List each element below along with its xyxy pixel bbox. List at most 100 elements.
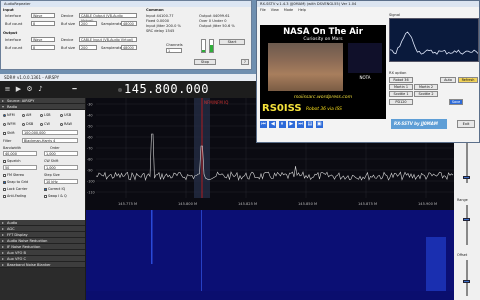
rx-option-label: RX option: [389, 71, 407, 75]
auto-button[interactable]: Auto: [440, 77, 456, 83]
frequency-display[interactable]: 145.800.000: [124, 82, 209, 96]
mode-wfm[interactable]: WFM: [3, 122, 16, 126]
menu-file[interactable]: File: [260, 8, 266, 12]
correct-iq-checkbox[interactable]: Correct IQ: [44, 187, 65, 191]
stat-over-under: Over 0 Under 0: [199, 19, 227, 23]
volume-icon[interactable]: ♪: [36, 85, 45, 94]
stats-header: Common: [146, 8, 164, 12]
rx-sstv-window: RX-SSTV v.1.4.3 (JJ0MAM) (with DSVENGL55…: [256, 0, 480, 143]
audio-repeater-title: AudioRepeater: [1, 1, 251, 7]
out-samplerate-select[interactable]: 48000: [121, 45, 137, 50]
y-tick-label: -70: [87, 147, 93, 151]
first-image-icon[interactable]: ⏮: [260, 121, 267, 128]
in-samplerate-select[interactable]: 48000: [121, 21, 137, 26]
out-interface-label: Interface: [5, 38, 22, 42]
shift-checkbox[interactable]: Shift: [3, 131, 15, 135]
x-tick-label: 145.825 M: [238, 202, 257, 206]
menu-view[interactable]: View: [271, 8, 279, 12]
rx-scottie1-button[interactable]: Scottie 1: [389, 91, 413, 97]
settings-icon[interactable]: ⚙: [25, 85, 34, 94]
snap-grid-checkbox[interactable]: Snap to Grid: [3, 180, 28, 184]
range-label: Range: [457, 198, 468, 202]
stat-output-rate: Output 44099.61: [199, 14, 230, 18]
range-slider[interactable]: [463, 218, 470, 221]
stat-src-delay: SRC delay 1545: [146, 29, 175, 33]
stat-output-jitter: Output jitter 50.6 %: [199, 24, 235, 28]
step-size-label: Step Size: [44, 173, 60, 177]
waterfall-noise-block: [426, 237, 446, 291]
fm-stereo-checkbox[interactable]: FM Stereo: [3, 173, 24, 177]
offset-slider[interactable]: [463, 280, 470, 283]
mode-raw[interactable]: RAW: [60, 122, 72, 126]
signal-panel: Signal: [389, 13, 479, 63]
mode-nfm[interactable]: NFM: [3, 113, 15, 117]
stat-input-jitter: Input jitter 200.0 %: [146, 24, 181, 28]
contrast-slider[interactable]: [463, 176, 470, 179]
order-input[interactable]: 1,000: [44, 151, 78, 156]
squelch-checkbox[interactable]: Squelch: [3, 159, 21, 163]
x-tick-label: 145.875 M: [358, 202, 377, 206]
out-device-label: Device: [61, 38, 74, 42]
rx-robot36-button[interactable]: Robot 36: [389, 77, 413, 83]
refresh-button[interactable]: Refresh: [458, 77, 478, 83]
mode-lsb[interactable]: LSB: [40, 113, 51, 117]
mode-select[interactable]: PD120: [389, 99, 413, 105]
spectrum-y-ticks: -30 -40 -50 -60 -70 -80 -90 -100 -110: [87, 103, 95, 195]
rx-scottie2-button[interactable]: Scottie 2: [414, 91, 438, 97]
image-subtitle: Curiosity on Mars: [303, 37, 343, 42]
input-level-meter: [201, 39, 206, 53]
order-label: Order: [50, 146, 60, 150]
in-device-select[interactable]: CABLE Output (VB-Audio Virtual): [79, 13, 137, 23]
menu-icon[interactable]: ≡: [3, 85, 12, 94]
waterfall-display[interactable]: [86, 210, 454, 300]
pause-icon[interactable]: ⏸: [278, 121, 286, 128]
y-tick-label: -90: [87, 169, 93, 173]
stop-button[interactable]: Stop: [194, 59, 216, 65]
sdr-control-panel: Source: AIRSPY Radio NFM AM LSB USB WFM …: [0, 98, 85, 300]
play-icon[interactable]: ▶: [14, 85, 23, 94]
out-buf-size-select[interactable]: 200: [79, 45, 97, 50]
save-icon[interactable]: ▣: [315, 121, 323, 128]
sstv-playback-controls: ⏮ ◀ ⏸ ▶ ⏭ ▤ ▣: [260, 121, 324, 129]
prev-image-icon[interactable]: ◀: [269, 121, 277, 128]
menu-help[interactable]: Help: [298, 8, 306, 12]
start-button[interactable]: Start: [219, 39, 245, 45]
x-tick-label: 145.900 M: [418, 202, 437, 206]
cw-shift-input[interactable]: 1,000: [44, 165, 78, 170]
channels-select[interactable]: 1: [166, 48, 182, 53]
in-interface-select[interactable]: Wave: [31, 13, 55, 18]
out-interface-select[interactable]: Wave: [31, 37, 55, 42]
volume-slider[interactable]: ━: [70, 85, 79, 94]
in-buf-count-select[interactable]: 8: [31, 21, 55, 26]
spectrum-mode-tag: NFM/NFM IQ: [204, 100, 228, 105]
mode-am[interactable]: AM: [22, 113, 31, 117]
next-image-icon[interactable]: ▶: [287, 121, 295, 128]
step-size-select[interactable]: 10 kHz: [44, 179, 78, 184]
section-baseband-noise-blanker[interactable]: Baseband Noise Blanker: [0, 262, 85, 268]
out-buf-count-select[interactable]: 8: [31, 45, 55, 50]
lock-carrier-checkbox[interactable]: Lock Carrier: [3, 187, 27, 191]
bandwidth-input[interactable]: 40,000: [3, 151, 37, 156]
save-button[interactable]: Save: [449, 99, 463, 105]
mode-dsb[interactable]: DSB: [22, 122, 33, 126]
image-callsign: RS0ISS: [262, 103, 302, 114]
exit-button[interactable]: Exit: [457, 120, 475, 128]
filter-label: Filter: [3, 139, 12, 143]
shift-input[interactable]: 100,000,000: [22, 130, 78, 135]
folder-icon[interactable]: ▤: [306, 121, 314, 128]
out-device-select[interactable]: CABLE Input (VB-Audio Virtual): [79, 37, 137, 42]
mode-cw[interactable]: CW: [40, 122, 50, 126]
mode-usb[interactable]: USB: [60, 113, 71, 117]
rx-martin2-button[interactable]: Martin 2: [414, 84, 438, 90]
anti-fading-checkbox[interactable]: Anti-Fading: [3, 194, 26, 198]
help-button[interactable]: ?: [241, 59, 249, 65]
in-buf-size-select[interactable]: 200: [79, 21, 97, 26]
swap-iq-checkbox[interactable]: Swap I & Q: [44, 194, 67, 198]
y-tick-label: -100: [87, 180, 95, 184]
last-image-icon[interactable]: ⏭: [297, 121, 305, 128]
menu-mode[interactable]: Mode: [284, 8, 293, 12]
squelch-input[interactable]: 50: [3, 165, 37, 170]
rx-martin1-button[interactable]: Martin 1: [389, 84, 413, 90]
image-title: NASA On The Air: [283, 27, 363, 37]
filter-select[interactable]: Blackman-Harris 4: [22, 138, 78, 143]
